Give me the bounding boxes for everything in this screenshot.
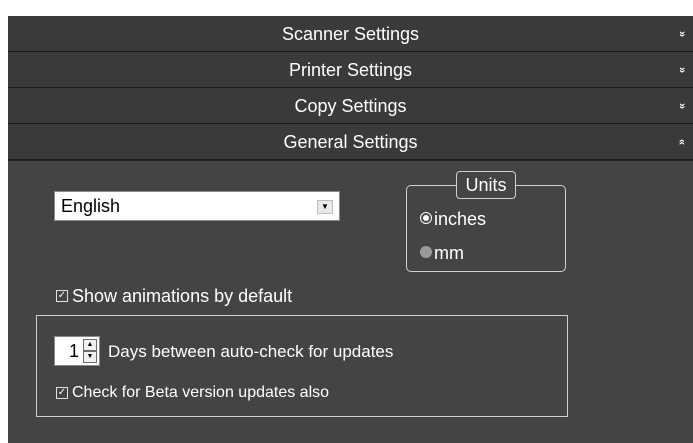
section-header-printer-settings[interactable]: Printer Settings »: [8, 52, 693, 89]
radio-label-inches: inches: [434, 209, 487, 229]
units-legend: Units: [456, 171, 516, 199]
language-select[interactable]: English ▼: [54, 191, 340, 221]
section-title: Copy Settings: [294, 96, 407, 116]
section-title: General Settings: [283, 132, 418, 152]
radio-unselected-icon[interactable]: [420, 246, 432, 258]
stepper-up-icon[interactable]: ▲: [83, 339, 97, 351]
show-animations-checkbox[interactable]: ✓: [56, 290, 68, 302]
days-stepper-value: 1: [68, 341, 79, 361]
chevron-up-icon: »: [675, 138, 688, 146]
chevron-down-icon: »: [675, 102, 688, 110]
chevron-down-icon: »: [675, 66, 688, 74]
section-header-copy-settings[interactable]: Copy Settings »: [8, 88, 693, 125]
radio-label-mm: mm: [434, 243, 464, 263]
stepper-down-icon[interactable]: ▼: [83, 351, 97, 363]
language-select-value: English: [61, 196, 121, 216]
show-animations-label: Show animations by default: [72, 286, 293, 306]
beta-updates-label: Check for Beta version updates also: [72, 384, 330, 401]
section-header-scanner-settings[interactable]: Scanner Settings »: [8, 16, 693, 53]
chevron-down-icon[interactable]: ▼: [317, 200, 333, 214]
section-title: Scanner Settings: [281, 24, 420, 44]
days-stepper[interactable]: 1 ▲ ▼: [54, 336, 100, 366]
radio-selected-icon[interactable]: [420, 212, 432, 224]
days-label: Days between auto-check for updates: [108, 342, 394, 361]
section-header-general-settings[interactable]: General Settings »: [8, 124, 693, 161]
beta-updates-checkbox[interactable]: ✓: [56, 387, 68, 399]
chevron-down-icon: »: [675, 30, 688, 38]
section-title: Printer Settings: [288, 60, 413, 80]
